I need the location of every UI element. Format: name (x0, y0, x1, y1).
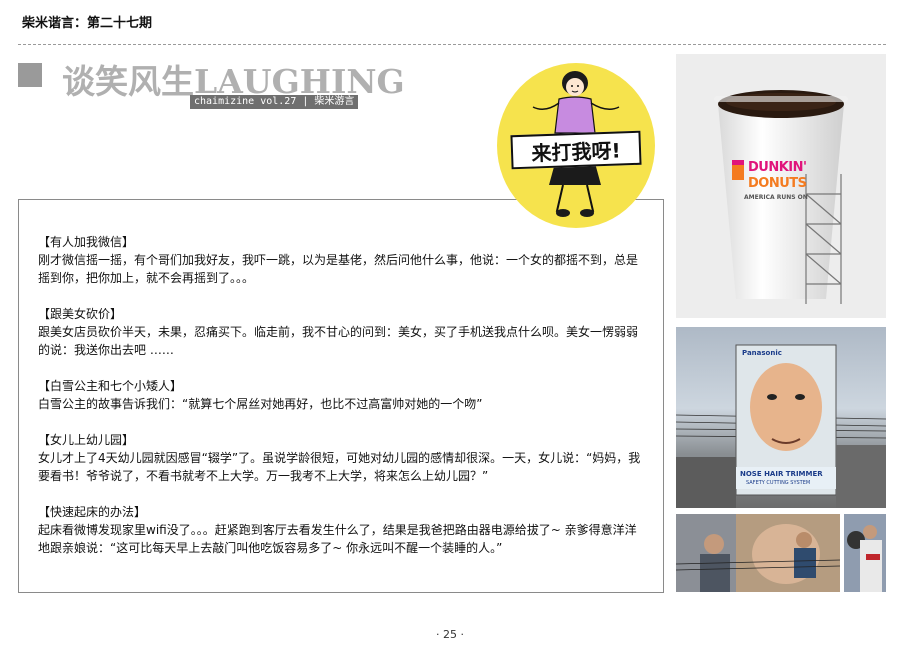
jokes-list: 【有人加我微信】 刚才微信摇一摇，有个哥们加我好友，我吓一跳，以为是基佬，然后问… (38, 233, 648, 575)
page-number: · 25 · (436, 628, 464, 641)
issue-title: 柴米谐言：第二十七期 (22, 16, 153, 31)
joke-body: 起床看微博发现家里wifi没了。。。赶紧跑到客厅去看发生什么了，结果是我爸把路由… (38, 523, 637, 555)
joke-title: 【有人加我微信】 (38, 235, 135, 249)
billboard-headline: NOSE HAIR TRIMMER (740, 470, 823, 478)
joke-body: 刚才微信摇一摇，有个哥们加我好友，我吓一跳，以为是基佬，然后问他什么事，他说：一… (38, 253, 639, 285)
joke-body: 女儿才上了4天幼儿园就因感冒“辍学”了。虽说学龄很短，可她对幼儿园的感情却很深。… (38, 451, 641, 483)
billboard-brand: Panasonic (742, 349, 782, 357)
joke-item: 【快速起床的办法】 起床看微博发现家里wifi没了。。。赶紧跑到客厅去看发生什么… (38, 503, 648, 557)
dunkin-logo-line2: DONUTS (748, 176, 807, 191)
laughing-girl-sticker: 来打我呀! (497, 63, 655, 228)
worker-icon (844, 514, 886, 592)
dunkin-logo-line1: DUNKIN' (748, 160, 807, 175)
jokes-box-top-edge (18, 199, 494, 200)
joke-item: 【跟美女砍价】 跟美女店员砍价半天，未果，忍痛买下。临走前，我不甘心的问到：美女… (38, 305, 648, 359)
joke-item: 【白雪公主和七个小矮人】 白雪公主的故事告诉我们：“就算七个屌丝对她再好，也比不… (38, 377, 648, 413)
section-subtitle: chaimizine vol.27 | 柴米游言 (190, 95, 359, 109)
worker-closeup-photo (844, 514, 886, 592)
joke-body: 跟美女店员砍价半天，未果，忍痛买下。临走前，我不甘心的问到：美女，买了手机送我点… (38, 325, 639, 357)
dunkin-tagline: AMERICA RUNS ON (744, 194, 808, 201)
section-square-icon (18, 63, 42, 87)
joke-title: 【白雪公主和七个小矮人】 (38, 379, 183, 393)
joke-title: 【快速起床的办法】 (38, 505, 147, 519)
billboard-subline: SAFETY CUTTING SYSTEM (746, 480, 811, 486)
joke-item: 【有人加我微信】 刚才微信摇一摇，有个哥们加我好友，我吓一跳，以为是基佬，然后问… (38, 233, 648, 287)
workers-icon (676, 514, 840, 592)
joke-title: 【女儿上幼儿园】 (38, 433, 135, 447)
joke-title: 【跟美女砍价】 (38, 307, 123, 321)
dunkin-cup-photo: DUNKIN' DONUTS AMERICA RUNS ON (676, 54, 886, 318)
joke-body: 白雪公主的故事告诉我们：“就算七个屌丝对她再好，也比不过高富帅对她的一个吻” (38, 397, 483, 411)
workers-mural-photo (676, 514, 840, 592)
joke-item: 【女儿上幼儿园】 女儿才上了4天幼儿园就因感冒“辍学”了。虽说学龄很短，可她对幼… (38, 431, 648, 485)
sticker-caption: 来打我呀! (510, 130, 642, 170)
header-divider (18, 44, 886, 45)
panasonic-billboard-photo: Panasonic NOSE HAIR TRIMMER SAFETY CUTTI… (676, 327, 886, 508)
